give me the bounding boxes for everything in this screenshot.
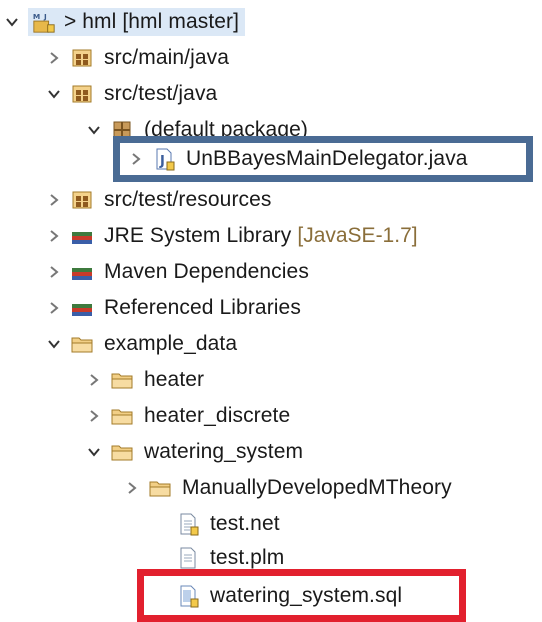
tree-row-watering-system[interactable]: watering_system	[82, 434, 303, 470]
chevron-right-icon[interactable]	[82, 398, 106, 434]
source-folder-icon	[70, 46, 94, 70]
chevron-right-icon[interactable]	[42, 218, 66, 254]
folder-icon	[110, 440, 134, 464]
project-prefix: >	[64, 10, 77, 33]
file-icon	[176, 546, 200, 570]
tree-label: Maven Dependencies	[104, 260, 309, 283]
chevron-right-icon[interactable]	[42, 40, 66, 76]
tree-row-test-net[interactable]: test.net	[148, 506, 280, 542]
tree-row-src-test-resources[interactable]: src/test/resources	[42, 182, 272, 218]
chevron-down-icon[interactable]	[0, 4, 24, 40]
tree-row-src-main-java[interactable]: src/main/java	[42, 40, 229, 76]
tree-row-heater[interactable]: heater	[82, 362, 204, 398]
chevron-right-icon[interactable]	[42, 254, 66, 290]
folder-icon	[110, 404, 134, 428]
folder-icon	[110, 368, 134, 392]
tree-label: heater_discrete	[144, 404, 291, 427]
tree-label: src/test/resources	[104, 188, 272, 211]
tree-label: Referenced Libraries	[104, 296, 301, 319]
highlight-box-red	[137, 569, 466, 622]
tree-row-manually-developed-mtheory[interactable]: ManuallyDevelopedMTheory	[120, 470, 452, 506]
chevron-down-icon[interactable]	[82, 434, 106, 470]
maven-project-icon: M J	[32, 10, 56, 34]
chevron-right-icon[interactable]	[42, 290, 66, 326]
chevron-down-icon[interactable]	[42, 326, 66, 362]
tree-row-referenced-libraries[interactable]: Referenced Libraries	[42, 290, 301, 326]
highlight-box-blue	[113, 136, 533, 182]
svg-text:M: M	[33, 12, 40, 21]
chevron-right-icon[interactable]	[120, 470, 144, 506]
svg-text:J: J	[43, 12, 47, 21]
library-icon	[70, 260, 94, 284]
tree-row-maven-dependencies[interactable]: Maven Dependencies	[42, 254, 309, 290]
folder-icon	[148, 476, 172, 500]
tree-label: watering_system	[144, 440, 304, 463]
tree-label: heater	[144, 368, 205, 391]
chevron-right-icon[interactable]	[42, 182, 66, 218]
tree-row-jre-library[interactable]: JRE System Library [JavaSE-1.7]	[42, 218, 418, 254]
tree-row-src-test-java[interactable]: src/test/java	[42, 76, 217, 112]
tree-row-project[interactable]: M J > hml [hml master]	[0, 4, 246, 40]
project-label: hml [hml master]	[82, 10, 240, 33]
library-icon	[70, 296, 94, 320]
source-folder-icon	[70, 82, 94, 106]
tree-label: src/test/java	[104, 82, 218, 105]
tree-label: test.plm	[210, 546, 285, 569]
tree-row-heater-discrete[interactable]: heater_discrete	[82, 398, 290, 434]
tree-decoration: [JavaSE-1.7]	[297, 224, 418, 247]
tree-row-example-data[interactable]: example_data	[42, 326, 237, 362]
tree-label: JRE System Library	[104, 224, 292, 247]
source-folder-icon	[70, 188, 94, 212]
chevron-down-icon[interactable]	[42, 76, 66, 112]
tree-label: example_data	[104, 332, 238, 355]
project-node[interactable]: M J > hml [hml master]	[28, 8, 246, 36]
tree-label: test.net	[210, 512, 280, 535]
library-icon	[70, 224, 94, 248]
file-icon	[176, 512, 200, 536]
tree-label: ManuallyDevelopedMTheory	[182, 476, 452, 499]
chevron-right-icon[interactable]	[82, 362, 106, 398]
folder-icon	[70, 332, 94, 356]
chevron-down-icon[interactable]	[82, 112, 106, 148]
tree-label: src/main/java	[104, 46, 230, 69]
